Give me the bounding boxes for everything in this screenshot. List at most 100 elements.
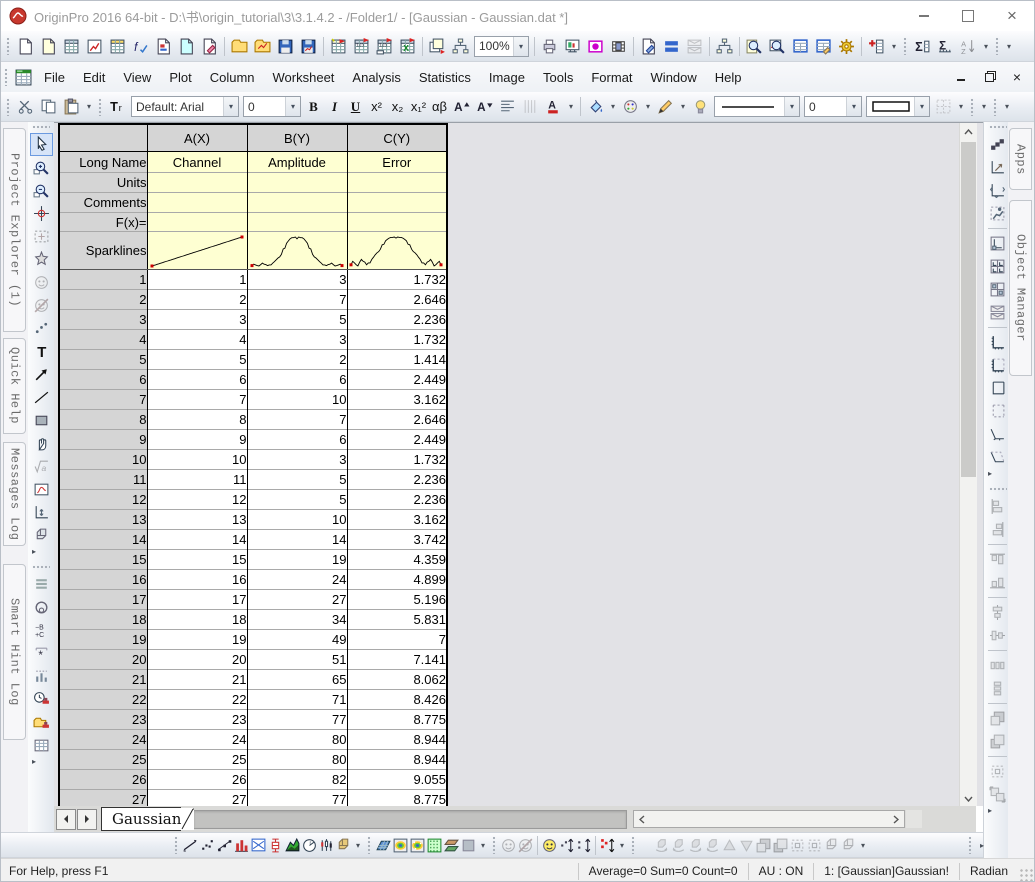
column-header[interactable]: A(X) xyxy=(146,124,247,152)
data-cell[interactable]: 5.831 xyxy=(346,609,447,630)
data-cell[interactable]: 34 xyxy=(246,609,347,630)
pointer-button[interactable] xyxy=(29,133,53,156)
batch-processing-button[interactable] xyxy=(426,35,449,57)
data-cell[interactable]: 1.732 xyxy=(346,449,447,470)
toolbar-overflow-button[interactable]: ▾ xyxy=(83,92,95,121)
dock-tab-project-explorer[interactable]: Project Explorer (1) xyxy=(3,128,26,332)
new-function-plot-button[interactable]: f xyxy=(129,35,152,57)
reset-rotation-button[interactable] xyxy=(823,835,840,855)
row-index[interactable]: 27 xyxy=(58,789,147,806)
font-size-combo[interactable]: 0 ▾ xyxy=(243,96,301,117)
header-cell[interactable] xyxy=(146,172,247,193)
menu-view[interactable]: View xyxy=(114,65,160,90)
column-header[interactable]: B(Y) xyxy=(246,124,347,152)
group-objects-button[interactable] xyxy=(986,783,1009,806)
data-cell[interactable]: 3 xyxy=(246,329,347,350)
data-cell[interactable]: 5.196 xyxy=(346,589,447,610)
data-cell[interactable]: 11 xyxy=(146,469,247,490)
zoom-in-button[interactable] xyxy=(30,156,53,179)
new-layer-bottom-left-button[interactable] xyxy=(986,232,1009,255)
arrow-tool-button[interactable] xyxy=(30,363,53,386)
data-cell[interactable]: 8.944 xyxy=(346,729,447,750)
new-graph-button[interactable] xyxy=(83,35,106,57)
statistics-on-columns-button[interactable]: Σ xyxy=(934,35,957,57)
extract-to-layers-button[interactable] xyxy=(986,301,1009,324)
data-cell[interactable]: 8.426 xyxy=(346,689,447,710)
data-cell[interactable]: 5 xyxy=(146,349,247,370)
italic-button[interactable]: I xyxy=(324,96,345,118)
send-graphs-to-ppt-button[interactable] xyxy=(584,35,607,57)
row-label[interactable]: Long Name xyxy=(58,151,147,173)
zoom-pages-button[interactable] xyxy=(743,35,766,57)
align-text-button[interactable] xyxy=(496,96,519,118)
rectangle-tool-button[interactable] xyxy=(30,409,53,432)
mask-points-button[interactable] xyxy=(500,835,517,855)
axis-frame-5-button[interactable] xyxy=(986,423,1009,446)
align-right-button[interactable] xyxy=(986,518,1009,541)
dock-tab-object-manager[interactable]: Object Manager xyxy=(1009,200,1032,376)
toolbar-grip[interactable] xyxy=(4,68,9,86)
toolbar-overflow-button[interactable]: ▾ xyxy=(1001,92,1013,121)
data-cell[interactable]: 80 xyxy=(246,749,347,770)
image-plot-button[interactable] xyxy=(409,835,426,855)
box-plot-button[interactable] xyxy=(267,835,284,855)
menu-tools[interactable]: Tools xyxy=(534,65,582,90)
script-window-button[interactable] xyxy=(789,35,812,57)
dock-tab-messages-log[interactable]: Messages Log xyxy=(3,442,26,546)
header-cell[interactable] xyxy=(246,192,347,213)
toolbar-grip[interactable] xyxy=(968,836,973,854)
data-cell[interactable]: 3 xyxy=(246,269,347,290)
data-cell[interactable]: 4.359 xyxy=(346,549,447,570)
toolbar-overflow-button[interactable]: ▾ xyxy=(607,92,619,121)
toolbar-overflow-button[interactable]: ▾ xyxy=(978,92,990,121)
data-cell[interactable]: 2.449 xyxy=(346,369,447,390)
header-cell[interactable] xyxy=(146,212,247,232)
pan-axes-button[interactable] xyxy=(30,501,53,524)
toolbar-overflow-button[interactable]: ▾ xyxy=(980,31,992,61)
align-left-button[interactable] xyxy=(986,495,1009,518)
toolbar-grip[interactable] xyxy=(995,37,1000,55)
date-time-stamp-button[interactable] xyxy=(30,688,53,711)
row-label[interactable]: Comments xyxy=(58,192,147,213)
data-cell[interactable]: 49 xyxy=(246,629,347,650)
insert-equation-button[interactable]: a xyxy=(30,455,53,478)
digitizer-button[interactable] xyxy=(637,35,660,57)
worksheet-display-button[interactable] xyxy=(30,734,53,757)
data-cell[interactable]: 14 xyxy=(246,529,347,550)
zoom-level-combo[interactable]: 100% ▾ xyxy=(474,35,529,57)
line-plot-button[interactable] xyxy=(182,835,199,855)
command-window-button[interactable] xyxy=(812,35,835,57)
make-movie-button[interactable] xyxy=(607,35,630,57)
extract-data-button[interactable] xyxy=(986,202,1009,225)
toolbar-overflow-button[interactable]: ▸ xyxy=(28,547,40,556)
resize-grip[interactable] xyxy=(1020,869,1034,881)
data-cell[interactable]: 16 xyxy=(146,569,247,590)
new-workbook-button[interactable] xyxy=(60,35,83,57)
row-index[interactable]: 4 xyxy=(58,329,147,350)
data-cell[interactable]: 6 xyxy=(246,429,347,450)
data-cell[interactable]: 65 xyxy=(246,669,347,690)
mask-toggle-button[interactable] xyxy=(541,835,558,855)
data-cell[interactable]: 2.646 xyxy=(346,409,447,430)
data-cell[interactable]: 27 xyxy=(146,789,247,806)
row-index[interactable]: 2 xyxy=(58,289,147,310)
data-cell[interactable]: 5 xyxy=(246,489,347,510)
rotate-down-button[interactable] xyxy=(738,835,755,855)
data-cell[interactable]: 1.732 xyxy=(346,329,447,350)
free-rotate-button[interactable] xyxy=(840,835,857,855)
header-cell[interactable]: Amplitude xyxy=(246,151,347,173)
data-cell[interactable]: 3.162 xyxy=(346,509,447,530)
menu-image[interactable]: Image xyxy=(480,65,534,90)
pattern-color-button[interactable] xyxy=(619,96,642,118)
data-cell[interactable]: 21 xyxy=(146,669,247,690)
mdi-close-button[interactable]: × xyxy=(1010,69,1024,85)
vertical-text-button[interactable] xyxy=(519,96,542,118)
scatter-plot-button[interactable] xyxy=(199,835,216,855)
toolbar-overflow-button[interactable]: ▾ xyxy=(955,92,967,121)
menu-edit[interactable]: Edit xyxy=(74,65,114,90)
data-cell[interactable]: 18 xyxy=(146,609,247,630)
pan-tool-button[interactable] xyxy=(30,432,53,455)
row-index[interactable]: 19 xyxy=(58,629,147,650)
font-name-combo[interactable]: Default: Arial ▾ xyxy=(131,96,239,117)
data-cell[interactable]: 6 xyxy=(146,369,247,390)
